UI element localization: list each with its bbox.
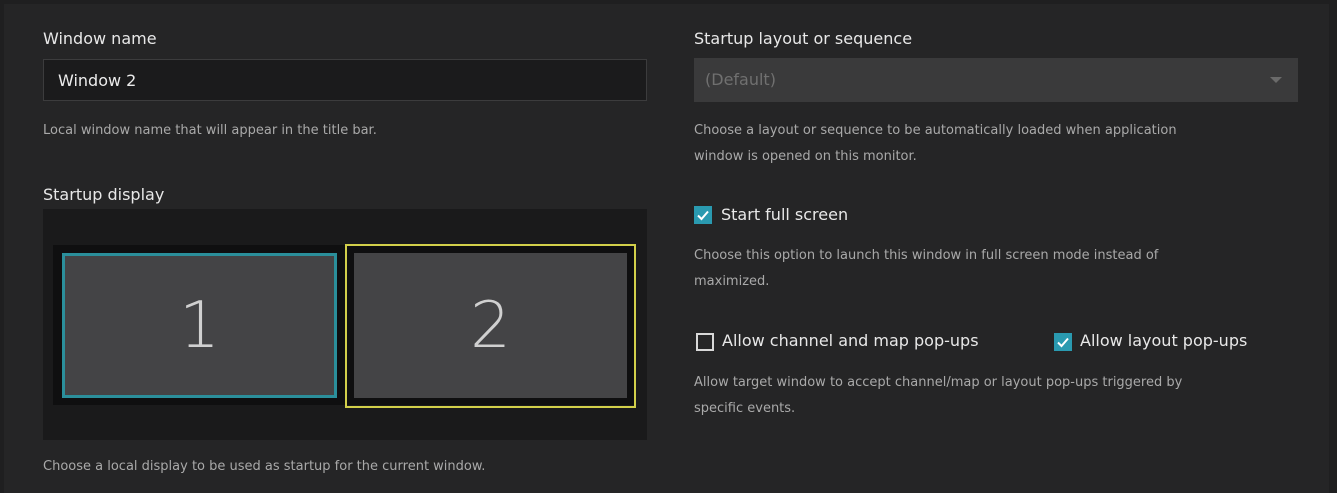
startup-layout-label: Startup layout or sequence	[694, 29, 913, 48]
full-screen-help-line-1: Choose this option to launch this window…	[694, 248, 1159, 263]
startup-layout-help-line-2: window is opened on this monitor.	[694, 149, 917, 164]
channel-map-popups-checkbox[interactable]	[696, 333, 714, 351]
popups-help: Allow target window to accept channel/ma…	[694, 370, 1182, 422]
window-name-help: Local window name that will appear in th…	[43, 123, 377, 138]
monitor-1[interactable]: 1	[62, 253, 337, 398]
popups-help-line-1: Allow target window to accept channel/ma…	[694, 375, 1183, 390]
layout-popups-checkbox[interactable]	[1054, 333, 1072, 351]
monitor-1-number: 1	[179, 288, 220, 363]
full-screen-help-line-2: maximized.	[694, 274, 770, 289]
startup-display-label: Startup display	[43, 185, 165, 204]
startup-layout-select[interactable]: (Default)	[694, 58, 1298, 102]
window-name-input[interactable]	[43, 59, 647, 101]
checkmark-icon	[697, 210, 709, 221]
full-screen-checkbox[interactable]	[694, 206, 712, 224]
startup-layout-help-line-1: Choose a layout or sequence to be automa…	[694, 123, 1177, 138]
chevron-down-icon	[1270, 77, 1282, 83]
monitor-2[interactable]: 2	[354, 253, 627, 398]
startup-layout-value: (Default)	[705, 70, 776, 89]
layout-popups-label[interactable]: Allow layout pop-ups	[1080, 331, 1247, 350]
popups-help-line-2: specific events.	[694, 401, 796, 416]
full-screen-label[interactable]: Start full screen	[721, 205, 848, 224]
full-screen-help: Choose this option to launch this window…	[694, 243, 1158, 295]
checkmark-icon	[1057, 337, 1069, 348]
startup-layout-help: Choose a layout or sequence to be automa…	[694, 118, 1177, 170]
channel-map-popups-label[interactable]: Allow channel and map pop-ups	[722, 331, 979, 350]
startup-display-help: Choose a local display to be used as sta…	[43, 459, 486, 474]
window-name-label: Window name	[43, 29, 157, 48]
monitor-2-number: 2	[470, 288, 511, 363]
